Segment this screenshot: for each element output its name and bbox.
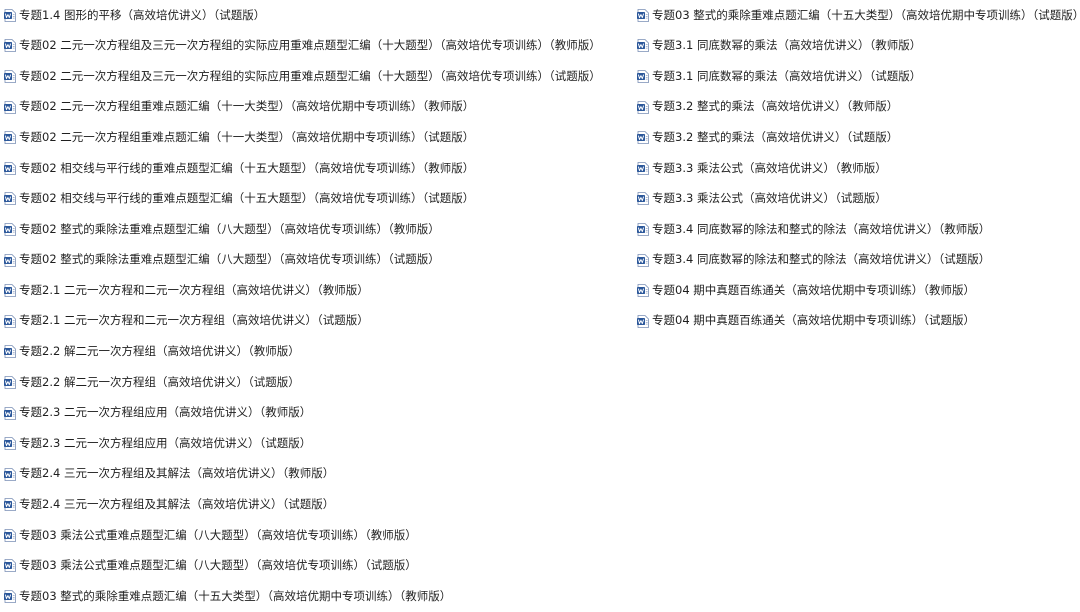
- word-document-icon: [4, 528, 16, 542]
- file-name: 专题02 二元一次方程组重难点题汇编（十一大类型）（高效培优期中专项训练）（教师…: [19, 99, 475, 114]
- file-name: 专题02 整式的乘除法重难点题型汇编（八大题型）（高效培优专项训练）（试题版）: [19, 252, 440, 267]
- file-name: 专题03 整式的乘除重难点题汇编（十五大类型）（高效培优期中专项训练）（教师版）: [19, 588, 452, 603]
- file-item[interactable]: 专题1.4 图形的平移（高效培优讲义）（试题版）: [4, 0, 624, 31]
- file-name: 专题3.1 同底数幂的乘法（高效培优讲义）（试题版）: [652, 68, 922, 83]
- word-document-icon: [4, 376, 16, 389]
- word-document-icon: [4, 253, 16, 267]
- file-list-left-column: 专题1.4 图形的平移（高效培优讲义）（试题版） 专题02 二元一次方程组及三元…: [4, 0, 624, 612]
- word-document-icon: [4, 70, 16, 83]
- file-item[interactable]: 专题2.4 三元一次方程组及其解法（高效培优讲义）（教师版）: [4, 459, 624, 490]
- word-document-icon: [637, 284, 649, 298]
- file-item[interactable]: 专题3.1 同底数幂的乘法（高效培优讲义）（教师版）: [637, 31, 1077, 62]
- file-item[interactable]: 专题02 整式的乘除法重难点题型汇编（八大题型）（高效培优专项训练）（教师版）: [4, 214, 624, 245]
- word-document-icon: [4, 223, 16, 236]
- word-document-icon: [4, 559, 16, 573]
- file-item[interactable]: 专题02 相交线与平行线的重难点题型汇编（十五大题型）（高效培优专项训练）（教师…: [4, 153, 624, 184]
- file-item[interactable]: 专题02 二元一次方程组及三元一次方程组的实际应用重难点题型汇编（十大题型）（高…: [4, 61, 624, 92]
- file-name: 专题3.2 整式的乘法（高效培优讲义）（教师版）: [652, 99, 899, 114]
- word-document-icon: [637, 131, 649, 145]
- word-document-icon: [637, 39, 649, 53]
- file-list-right-column: 专题03 整式的乘除重难点题汇编（十五大类型）（高效培优期中专项训练）（试题版）…: [637, 0, 1080, 337]
- file-item[interactable]: 专题02 二元一次方程组及三元一次方程组的实际应用重难点题型汇编（十大题型）（高…: [4, 31, 624, 62]
- word-document-icon: [637, 223, 649, 236]
- word-document-icon: [4, 467, 16, 481]
- file-name: 专题2.2 解二元一次方程组（高效培优讲义）（教师版）: [19, 344, 300, 359]
- file-name: 专题2.3 二元一次方程组应用（高效培优讲义）（试题版）: [19, 435, 312, 450]
- word-document-icon: [4, 498, 16, 512]
- file-item[interactable]: 专题02 二元一次方程组重难点题汇编（十一大类型）（高效培优期中专项训练）（试题…: [4, 122, 624, 153]
- file-name: 专题2.4 三元一次方程组及其解法（高效培优讲义）（教师版）: [19, 466, 335, 481]
- file-item[interactable]: 专题2.2 解二元一次方程组（高效培优讲义）（试题版）: [4, 367, 624, 398]
- file-item[interactable]: 专题02 相交线与平行线的重难点题型汇编（十五大题型）（高效培优专项训练）（试题…: [4, 184, 624, 215]
- file-name: 专题04 期中真题百练通关（高效培优期中专项训练）（试题版）: [652, 313, 976, 328]
- file-name: 专题2.1 二元一次方程和二元一次方程组（高效培优讲义）（试题版）: [19, 313, 369, 328]
- file-name: 专题2.2 解二元一次方程组（高效培优讲义）（试题版）: [19, 374, 300, 389]
- file-name: 专题3.3 乘法公式（高效培优讲义）（教师版）: [652, 160, 887, 175]
- file-name: 专题3.4 同底数幂的除法和整式的除法（高效培优讲义）（教师版）: [652, 221, 991, 236]
- file-name: 专题02 相交线与平行线的重难点题型汇编（十五大题型）（高效培优专项训练）（教师…: [19, 160, 475, 175]
- word-document-icon: [4, 192, 16, 206]
- file-name: 专题03 乘法公式重难点题型汇编（八大题型）（高效培优专项训练）（试题版）: [19, 558, 417, 573]
- word-document-icon: [637, 161, 649, 175]
- word-document-icon: [4, 284, 16, 298]
- file-item[interactable]: 专题3.2 整式的乘法（高效培优讲义）（教师版）: [637, 92, 1077, 123]
- file-item[interactable]: 专题3.3 乘法公式（高效培优讲义）（教师版）: [637, 153, 1077, 184]
- word-document-icon: [637, 100, 649, 114]
- file-item[interactable]: 专题02 整式的乘除法重难点题型汇编（八大题型）（高效培优专项训练）（试题版）: [4, 245, 624, 276]
- file-item[interactable]: 专题03 整式的乘除重难点题汇编（十五大类型）（高效培优期中专项训练）（教师版）: [4, 581, 624, 612]
- word-document-icon: [4, 437, 16, 451]
- word-document-icon: [4, 100, 16, 114]
- file-name: 专题3.4 同底数幂的除法和整式的除法（高效培优讲义）（试题版）: [652, 252, 991, 267]
- file-item[interactable]: 专题3.2 整式的乘法（高效培优讲义）（试题版）: [637, 122, 1077, 153]
- file-name: 专题2.3 二元一次方程组应用（高效培优讲义）（教师版）: [19, 405, 312, 420]
- file-item[interactable]: 专题03 乘法公式重难点题型汇编（八大题型）（高效培优专项训练）（教师版）: [4, 520, 624, 551]
- file-name: 专题2.4 三元一次方程组及其解法（高效培优讲义）（试题版）: [19, 497, 335, 512]
- file-name: 专题02 二元一次方程组及三元一次方程组的实际应用重难点题型汇编（十大题型）（高…: [19, 68, 601, 83]
- word-document-icon: [637, 192, 649, 206]
- word-document-icon: [4, 131, 16, 145]
- word-document-icon: [4, 406, 16, 420]
- word-document-icon: [4, 345, 16, 359]
- file-name: 专题2.1 二元一次方程和二元一次方程组（高效培优讲义）（教师版）: [19, 282, 369, 297]
- file-item[interactable]: 专题3.4 同底数幂的除法和整式的除法（高效培优讲义）（试题版）: [637, 245, 1077, 276]
- word-document-icon: [4, 161, 16, 175]
- word-document-icon: [4, 590, 16, 603]
- file-item[interactable]: 专题03 乘法公式重难点题型汇编（八大题型）（高效培优专项训练）（试题版）: [4, 551, 624, 582]
- file-item[interactable]: 专题2.3 二元一次方程组应用（高效培优讲义）（试题版）: [4, 428, 624, 459]
- word-document-icon: [4, 8, 16, 22]
- file-item[interactable]: 专题03 整式的乘除重难点题汇编（十五大类型）（高效培优期中专项训练）（试题版）: [637, 0, 1080, 31]
- file-name: 专题3.1 同底数幂的乘法（高效培优讲义）（教师版）: [652, 38, 922, 53]
- file-item[interactable]: 专题2.2 解二元一次方程组（高效培优讲义）（教师版）: [4, 337, 624, 368]
- file-name: 专题02 相交线与平行线的重难点题型汇编（十五大题型）（高效培优专项训练）（试题…: [19, 191, 475, 206]
- word-document-icon: [637, 8, 649, 22]
- file-name: 专题03 乘法公式重难点题型汇编（八大题型）（高效培优专项训练）（教师版）: [19, 527, 417, 542]
- word-document-icon: [637, 253, 649, 267]
- file-item[interactable]: 专题3.4 同底数幂的除法和整式的除法（高效培优讲义）（教师版）: [637, 214, 1077, 245]
- file-name: 专题3.2 整式的乘法（高效培优讲义）（试题版）: [652, 129, 899, 144]
- file-item[interactable]: 专题02 二元一次方程组重难点题汇编（十一大类型）（高效培优期中专项训练）（教师…: [4, 92, 624, 123]
- file-name: 专题02 整式的乘除法重难点题型汇编（八大题型）（高效培优专项训练）（教师版）: [19, 221, 440, 236]
- file-name: 专题03 整式的乘除重难点题汇编（十五大类型）（高效培优期中专项训练）（试题版）: [652, 7, 1080, 22]
- word-document-icon: [4, 39, 16, 53]
- file-item[interactable]: 专题2.1 二元一次方程和二元一次方程组（高效培优讲义）（教师版）: [4, 275, 624, 306]
- file-item[interactable]: 专题3.1 同底数幂的乘法（高效培优讲义）（试题版）: [637, 61, 1077, 92]
- file-item[interactable]: 专题2.1 二元一次方程和二元一次方程组（高效培优讲义）（试题版）: [4, 306, 624, 337]
- file-item[interactable]: 专题04 期中真题百练通关（高效培优期中专项训练）（试题版）: [637, 306, 1077, 337]
- file-name: 专题04 期中真题百练通关（高效培优期中专项训练）（教师版）: [652, 282, 976, 297]
- file-name: 专题02 二元一次方程组重难点题汇编（十一大类型）（高效培优期中专项训练）（试题…: [19, 129, 475, 144]
- file-name: 专题02 二元一次方程组及三元一次方程组的实际应用重难点题型汇编（十大题型）（高…: [19, 38, 601, 53]
- file-item[interactable]: 专题2.4 三元一次方程组及其解法（高效培优讲义）（试题版）: [4, 490, 624, 521]
- file-name: 专题1.4 图形的平移（高效培优讲义）（试题版）: [19, 7, 266, 22]
- word-document-icon: [637, 314, 649, 328]
- file-item[interactable]: 专题04 期中真题百练通关（高效培优期中专项训练）（教师版）: [637, 275, 1077, 306]
- word-document-icon: [637, 70, 649, 83]
- file-item[interactable]: 专题2.3 二元一次方程组应用（高效培优讲义）（教师版）: [4, 398, 624, 429]
- file-name: 专题3.3 乘法公式（高效培优讲义）（试题版）: [652, 191, 887, 206]
- word-document-icon: [4, 314, 16, 328]
- file-item[interactable]: 专题3.3 乘法公式（高效培优讲义）（试题版）: [637, 184, 1077, 215]
